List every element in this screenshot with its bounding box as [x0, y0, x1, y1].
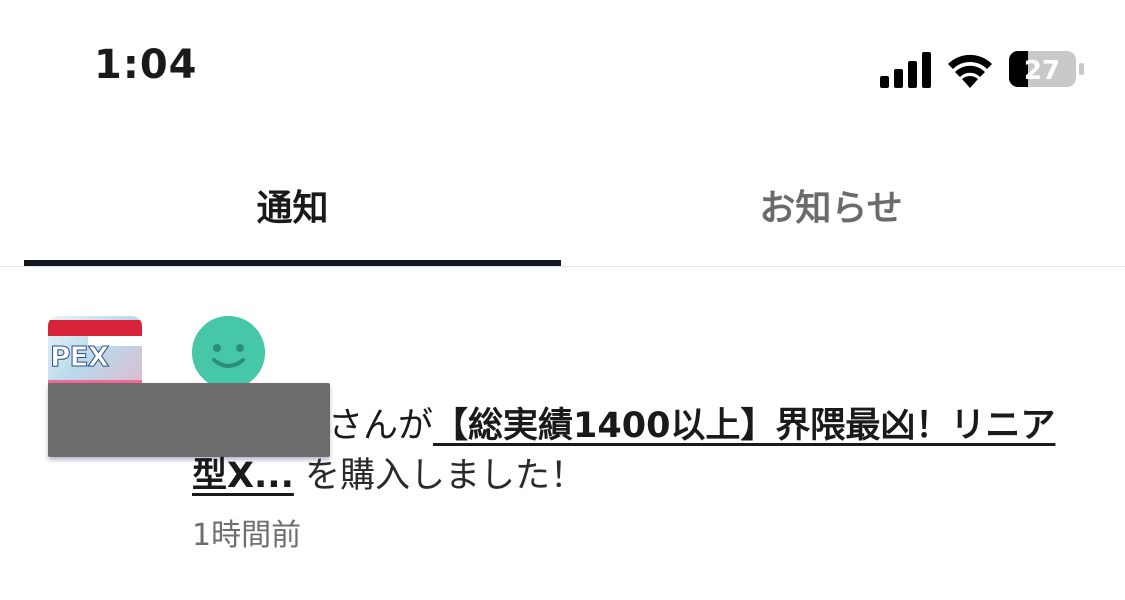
- user-avatar-smile-icon[interactable]: [192, 316, 265, 389]
- notification-item[interactable]: PEX さんが【総実績1400以上】界隈最凶！リニア型X... を購入しました！…: [0, 268, 1125, 600]
- notification-message: さんが【総実績1400以上】界隈最凶！リニア型X... を購入しました！: [192, 401, 1082, 501]
- tabs-divider: [0, 266, 1125, 267]
- thumbnail-band-red: [48, 320, 142, 336]
- tab-announcements[interactable]: お知らせ: [561, 150, 1101, 260]
- status-bar: 1:04 27: [0, 0, 1125, 130]
- notification-tabs: 通知 お知らせ: [0, 150, 1125, 268]
- notification-timestamp: 1時間前: [192, 518, 302, 553]
- cellular-signal-icon: [880, 52, 931, 88]
- message-prefix: さんが: [328, 406, 434, 446]
- battery-icon: 27: [1009, 51, 1084, 87]
- status-time: 1:04: [94, 42, 198, 88]
- message-suffix: を購入しました！: [293, 456, 586, 496]
- wifi-icon: [948, 54, 992, 88]
- battery-level: 27: [1024, 56, 1060, 86]
- tab-notifications[interactable]: 通知: [24, 150, 561, 260]
- thumbnail-artwork: PEX: [49, 340, 109, 374]
